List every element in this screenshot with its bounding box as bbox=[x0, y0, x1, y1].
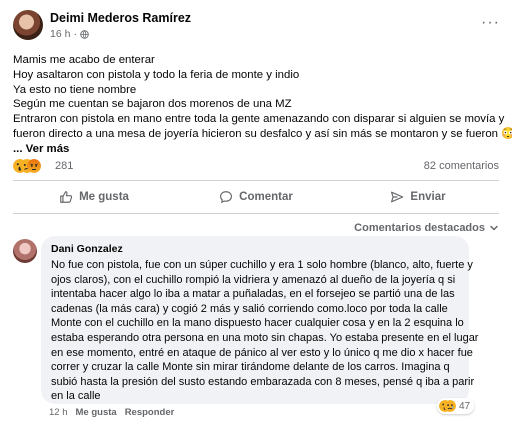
comment-like-button[interactable]: Me gusta bbox=[76, 407, 117, 418]
meta-separator: · bbox=[73, 28, 77, 40]
more-options-icon[interactable]: ··· bbox=[481, 14, 500, 32]
post-body: Mamis me acabo de enterar Hoy asaltaron … bbox=[13, 53, 512, 157]
comment-time[interactable]: 12 h bbox=[49, 407, 68, 418]
comment-author[interactable]: Dani Gonzalez bbox=[51, 243, 459, 255]
comment-line: en ese momento, entré en ataque de pánic… bbox=[51, 346, 473, 359]
comment-line: subió hasta la presión del susto estando… bbox=[51, 375, 475, 388]
comment-reaction-count: 47 bbox=[459, 400, 471, 412]
comment-bubble: Dani Gonzalez No fue con pistola, fue co… bbox=[41, 236, 479, 404]
post-line: Mamis me acabo de enterar bbox=[13, 54, 155, 66]
post-line: Entraron con pistola en mano entre toda … bbox=[13, 113, 505, 126]
comment-line: No fue con pistola, fue con un súper cuc… bbox=[51, 259, 473, 271]
post-line: Hoy asaltaron con pistola y todo la feri… bbox=[13, 68, 300, 81]
comment-label: Comentar bbox=[239, 191, 293, 203]
sad-reaction-icon bbox=[444, 400, 456, 412]
comment-button[interactable]: Comentar bbox=[175, 183, 337, 211]
comment-icon bbox=[220, 191, 233, 204]
post-line: Según me cuentan se bajaron dos morenos … bbox=[13, 98, 292, 111]
post-line: Ya esto no tiene nombre bbox=[13, 83, 137, 96]
divider bbox=[13, 180, 499, 181]
comment-line: intentaba hacer algo lo iba a matar a pu… bbox=[51, 288, 455, 301]
post-author[interactable]: Deimi Mederos Ramírez bbox=[50, 11, 191, 25]
author-avatar[interactable] bbox=[13, 10, 43, 40]
comment-reply-button[interactable]: Responder bbox=[125, 407, 175, 418]
commenter-avatar[interactable] bbox=[13, 239, 37, 263]
post-actions: Me gusta Comentar Enviar bbox=[13, 183, 499, 211]
comment-sort-dropdown[interactable]: Comentarios destacados bbox=[354, 222, 499, 234]
post-meta: 16 h · bbox=[50, 28, 89, 40]
divider bbox=[13, 213, 499, 214]
sort-label: Comentarios destacados bbox=[354, 222, 485, 234]
comment-line: correr y cruzar la calle Monte sin mirar… bbox=[51, 361, 450, 374]
reaction-icons[interactable] bbox=[13, 159, 41, 173]
comment-line: cadenas (la más cara) y cogió 2 más y sa… bbox=[51, 302, 448, 315]
thumbs-up-icon bbox=[60, 191, 73, 203]
like-label: Me gusta bbox=[79, 191, 129, 203]
reactions-summary: 281 82 comentarios bbox=[13, 158, 499, 176]
comment-actions: 12 h Me gusta Responder bbox=[49, 407, 174, 418]
globe-icon bbox=[80, 29, 89, 39]
comment-line: en la calle bbox=[51, 390, 101, 403]
chevron-down-icon bbox=[490, 225, 498, 231]
comment-text: No fue con pistola, fue con un súper cuc… bbox=[51, 258, 479, 404]
see-more-link[interactable]: ... Ver más bbox=[13, 142, 499, 157]
share-button[interactable]: Enviar bbox=[337, 183, 499, 211]
comment-line: estaba esperando otra persona en una mot… bbox=[51, 331, 479, 344]
reaction-count[interactable]: 281 bbox=[55, 160, 73, 172]
like-button[interactable]: Me gusta bbox=[13, 183, 175, 211]
comment-reactions[interactable]: 47 bbox=[437, 398, 475, 414]
post-header: Deimi Mederos Ramírez 16 h · ··· bbox=[0, 0, 512, 46]
angry-reaction-icon bbox=[27, 159, 41, 173]
comment-count[interactable]: 82 comentarios bbox=[424, 160, 499, 172]
post-time[interactable]: 16 h bbox=[50, 28, 70, 40]
send-icon bbox=[391, 191, 404, 203]
comment-line: ojos claros), con el cuchillo rompió la … bbox=[51, 273, 456, 286]
share-label: Enviar bbox=[410, 191, 446, 203]
comment-line: Monte con el cuchillo en la mano dispues… bbox=[51, 317, 464, 330]
post-line: fueron directo a una mesa de joyería hic… bbox=[13, 127, 512, 140]
